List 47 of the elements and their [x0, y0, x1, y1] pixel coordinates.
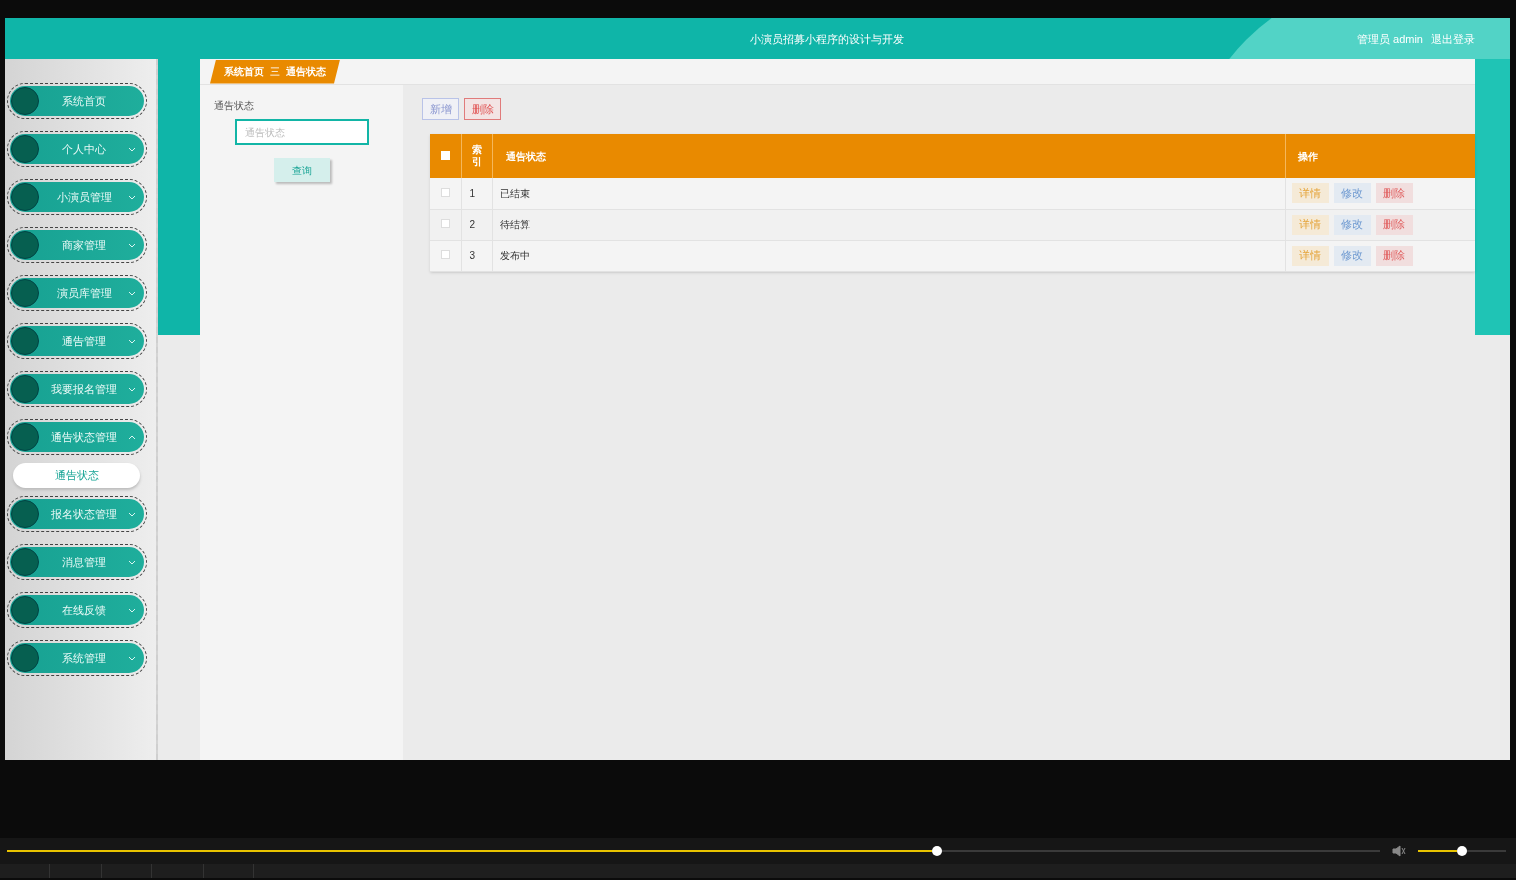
checkbox[interactable]: [440, 187, 450, 197]
sidebar-item[interactable]: 在线反馈: [10, 595, 144, 625]
delete-button[interactable]: 删除: [1375, 183, 1413, 204]
delete-button[interactable]: 删除: [1375, 214, 1413, 235]
table-cell: 3: [461, 240, 492, 271]
query-button[interactable]: 查询: [274, 158, 330, 182]
progress-thumb[interactable]: [932, 846, 943, 856]
app-title: 小演员招募小程序的设计与开发: [750, 32, 904, 47]
detail-button[interactable]: 详情: [1291, 183, 1329, 204]
table-cell: 2: [461, 209, 492, 240]
table-cell: 发布中: [492, 240, 1285, 271]
sidebar-item[interactable]: 报名状态管理: [10, 499, 144, 529]
sidebar-item[interactable]: 小演员管理: [10, 182, 144, 212]
sidebar-item[interactable]: 商家管理: [10, 230, 144, 260]
sidebar-item[interactable]: 消息管理: [10, 547, 144, 577]
sidebar-item[interactable]: 通告管理: [10, 326, 144, 356]
volume-icon[interactable]: [1392, 845, 1406, 857]
detail-button[interactable]: 详情: [1291, 214, 1329, 235]
search-label: 通告状态: [214, 99, 255, 113]
column-header: 操作: [1285, 134, 1475, 178]
detail-button[interactable]: 详情: [1291, 245, 1329, 266]
sidebar-item[interactable]: 个人中心: [10, 134, 144, 164]
table-cell: 已结束: [492, 178, 1285, 209]
table-cell: 待结算: [492, 209, 1285, 240]
breadcrumb-separator: 三: [270, 65, 280, 79]
sidebar-item[interactable]: 演员库管理: [10, 278, 144, 308]
edit-button[interactable]: 修改: [1333, 214, 1371, 235]
sidebar-item[interactable]: 系统管理: [10, 643, 144, 673]
logout-link[interactable]: 退出登录: [1431, 31, 1475, 48]
sidebar-item[interactable]: 通告状态管理: [10, 422, 144, 452]
user-label: 管理员 admin: [1356, 32, 1423, 47]
checkbox[interactable]: [440, 250, 450, 259]
sidebar-item[interactable]: 系统首页: [10, 86, 144, 116]
submenu-item[interactable]: 通告状态: [13, 463, 140, 488]
edit-button[interactable]: 修改: [1333, 183, 1371, 204]
table-cell: 1: [461, 178, 492, 209]
search-field[interactable]: 通告状态: [235, 119, 369, 145]
breadcrumb-link[interactable]: 通告状态: [286, 64, 326, 79]
add-button[interactable]: 新增: [422, 98, 459, 120]
column-header: 通告状态: [492, 134, 1285, 178]
volume-thumb[interactable]: [1456, 846, 1467, 856]
sidebar-item[interactable]: 我要报名管理: [10, 374, 144, 404]
breadcrumb-link[interactable]: 系统首页: [224, 64, 264, 79]
delete-button[interactable]: 删除: [464, 98, 501, 120]
edit-button[interactable]: 修改: [1333, 245, 1371, 266]
checkbox[interactable]: [440, 219, 450, 228]
delete-button[interactable]: 删除: [1375, 245, 1413, 266]
